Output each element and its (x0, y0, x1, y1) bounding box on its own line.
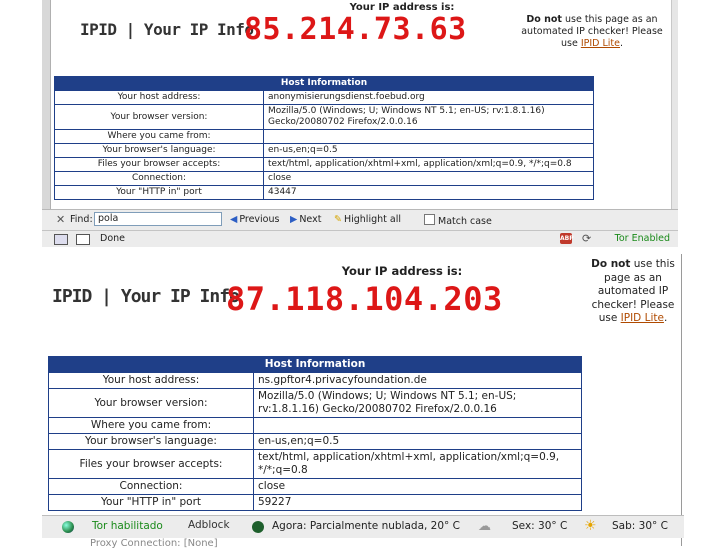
tor-onion-icon[interactable] (62, 521, 74, 533)
table-row: Files your browser accepts: text/html, ap… (55, 158, 593, 171)
adblock-status[interactable]: Adblock (188, 519, 230, 531)
host-info-table: Host Information Your host address: anony… (54, 76, 594, 200)
row-key: Your browser version: (55, 105, 263, 129)
automation-notice: Do not use this page as an automated IP … (590, 258, 676, 326)
highlight-all-label: Highlight all (343, 214, 401, 225)
row-key: Files your browser accepts: (49, 450, 253, 478)
match-case-checkbox[interactable]: Match case (424, 214, 492, 227)
table-row: Your "HTTP in" port 59227 (49, 495, 581, 510)
table-row: Your browser version: Mozilla/5.0 (Window… (49, 389, 581, 417)
adblock-icon[interactable]: ABP (560, 233, 574, 244)
highlighter-icon: ✎ (334, 214, 342, 225)
row-value: text/html, application/xhtml+xml, applic… (264, 158, 593, 171)
host-info-table-wrap: Host Information Your host address: anony… (54, 76, 594, 200)
row-key: Your "HTTP in" port (49, 495, 253, 510)
ipid-logo: IPID | Your IP Info (80, 20, 254, 39)
row-value: Mozilla/5.0 (Windows; U; Windows NT 5.1;… (264, 105, 593, 129)
match-case-label: Match case (438, 216, 492, 227)
checkbox-icon (424, 214, 435, 225)
table-row: Files your browser accepts: text/html, ap… (49, 450, 581, 478)
find-next-button[interactable]: ▶ Next (290, 214, 321, 225)
row-value: close (264, 172, 593, 185)
status-text: Done (100, 233, 125, 244)
row-key: Your "HTTP in" port (55, 186, 263, 199)
cut-off-row: Proxy Connection: [None] (90, 538, 218, 549)
window-icon[interactable] (76, 234, 90, 245)
row-value: anonymisierungsdienst.foebud.org (264, 91, 593, 104)
close-icon[interactable]: ✕ (56, 213, 65, 226)
table-row: Your browser's language: en-us,en;q=0.5 (55, 144, 593, 157)
row-key: Files your browser accepts: (55, 158, 263, 171)
row-value: ns.gpftor4.privacyfoundation.de (254, 373, 581, 388)
find-previous-label: Previous (239, 214, 280, 225)
ipid-lite-link[interactable]: IPID Lite (621, 312, 664, 324)
tor-status[interactable]: Tor habilitado (92, 520, 163, 532)
ipid-lite-link[interactable]: IPID Lite (581, 38, 620, 49)
row-key: Your host address: (49, 373, 253, 388)
table-header: Host Information (55, 77, 593, 90)
row-key: Your browser's language: (55, 144, 263, 157)
table-row: Where you came from: (49, 418, 581, 433)
row-value (254, 418, 581, 433)
table-row: Connection: close (49, 479, 581, 494)
ip-address: 87.118.104.203 (226, 280, 503, 318)
row-key: Your browser version: (49, 389, 253, 417)
row-value (264, 130, 593, 143)
note-bold: Do not (526, 14, 562, 25)
ip-label: Your IP address is: (341, 264, 463, 278)
weather-friday: Sex: 30° C (512, 520, 568, 532)
row-value: 43447 (264, 186, 593, 199)
host-info-table-wrap: Host Information Your host address: ns.gp… (48, 356, 582, 511)
row-value: text/html, application/xhtml+xml, applic… (254, 450, 581, 478)
ip-address: 85.214.73.63 (244, 12, 467, 47)
refresh-icon[interactable]: ⟳ (582, 232, 591, 245)
row-value: en-us,en;q=0.5 (264, 144, 593, 157)
table-row: Your "HTTP in" port 43447 (55, 186, 593, 199)
row-key: Your host address: (55, 91, 263, 104)
row-value: en-us,en;q=0.5 (254, 434, 581, 449)
table-row: Your host address: anonymisierungsdienst.… (55, 91, 593, 104)
row-key: Connection: (55, 172, 263, 185)
left-scroll-edge (42, 0, 51, 210)
weather-now: Agora: Parcialmente nublada, 20° C (272, 520, 460, 532)
weather-saturday: Sab: 30° C (612, 520, 668, 532)
row-key: Where you came from: (49, 418, 253, 433)
right-edge-line (681, 254, 682, 546)
find-bar: ✕ Find: pola ◀ Previous ▶ Next ✎ Highlight … (42, 209, 678, 230)
arrow-left-icon: ◀ (230, 214, 238, 225)
table-row: Your browser version: Mozilla/5.0 (Window… (55, 105, 593, 129)
note-end: . (663, 312, 668, 324)
find-input[interactable]: pola (94, 212, 222, 226)
find-label: Find: (70, 214, 93, 225)
status-bar: Tor habilitado Adblock Agora: Parcialmen… (42, 515, 684, 538)
row-key: Connection: (49, 479, 253, 494)
ipid-logo: IPID | Your IP Info (52, 286, 240, 307)
table-row: Connection: close (55, 172, 593, 185)
status-bar: Done ABP ⟳ Tor Enabled (42, 230, 678, 247)
highlight-all-button[interactable]: ✎ Highlight all (334, 214, 401, 225)
table-header: Host Information (49, 357, 581, 372)
row-value: 59227 (254, 495, 581, 510)
tor-status[interactable]: Tor Enabled (615, 233, 670, 244)
table-row: Where you came from: (55, 130, 593, 143)
find-previous-button[interactable]: ◀ Previous (230, 214, 279, 225)
table-row: Your browser's language: en-us,en;q=0.5 (49, 434, 581, 449)
note-end: . (620, 38, 624, 49)
row-value: close (254, 479, 581, 494)
automation-notice: Do not use this page as an automated IP … (512, 14, 672, 50)
row-key: Where you came from: (55, 130, 263, 143)
sun-icon: ☀ (584, 518, 597, 534)
find-next-label: Next (299, 214, 322, 225)
globe-icon[interactable] (252, 521, 264, 533)
arrow-right-icon: ▶ (290, 214, 298, 225)
note-bold: Do not (591, 258, 631, 270)
page-icon[interactable] (54, 234, 68, 245)
partly-cloudy-icon: ☁ (478, 519, 491, 534)
row-value: Mozilla/5.0 (Windows; U; Windows NT 5.1;… (254, 389, 581, 417)
host-info-table: Host Information Your host address: ns.gp… (48, 356, 582, 511)
right-scrollbar[interactable] (671, 0, 678, 210)
row-key: Your browser's language: (49, 434, 253, 449)
table-row: Your host address: ns.gpftor4.privacyfoun… (49, 373, 581, 388)
bottom-browser-viewport: Your IP address is: IPID | Your IP Info … (42, 254, 684, 546)
